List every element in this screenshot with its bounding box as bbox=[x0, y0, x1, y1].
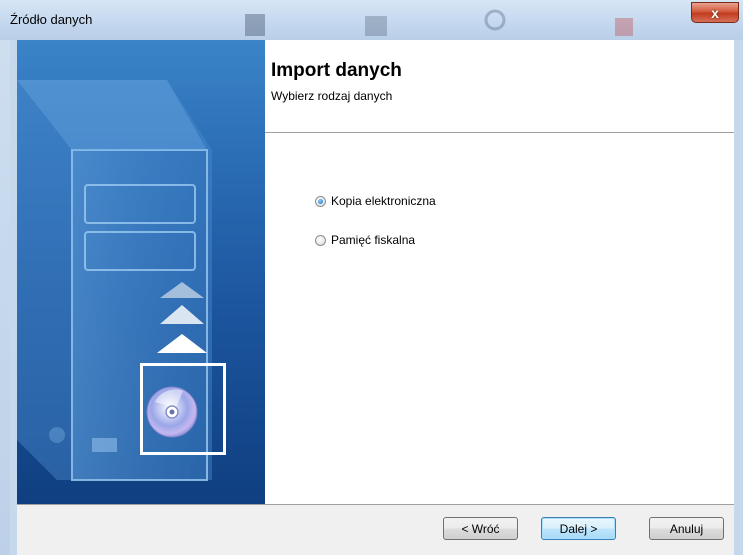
cd-disc-frame bbox=[140, 363, 226, 455]
cancel-button[interactable]: Anuluj bbox=[649, 517, 724, 540]
footer-divider bbox=[17, 504, 734, 505]
wizard-side-panel bbox=[17, 40, 265, 504]
close-button[interactable]: x bbox=[691, 2, 739, 23]
next-button[interactable]: Dalej > bbox=[541, 517, 616, 540]
radio-label: Pamięć fiskalna bbox=[331, 233, 416, 247]
window-title: Źródło danych bbox=[10, 12, 93, 27]
back-button[interactable]: < Wróć bbox=[443, 517, 518, 540]
dialog-client-area: Import danych Wybierz rodzaj danych Kopi… bbox=[17, 40, 734, 555]
header-divider-highlight bbox=[265, 133, 734, 134]
taskbar-ghost-icons bbox=[245, 9, 633, 36]
page-subtitle: Wybierz rodzaj danych bbox=[271, 89, 393, 103]
cd-disc-icon bbox=[146, 386, 198, 438]
close-icon: x bbox=[711, 4, 719, 21]
wizard-window: Źródło danych x Import danych Wybierz ro… bbox=[0, 0, 743, 555]
wizard-content-panel: Import danych Wybierz rodzaj danych Kopi… bbox=[265, 40, 734, 504]
radio-option-pamiec-fiskalna[interactable]: Pamięć fiskalna bbox=[315, 233, 415, 247]
window-frame-left bbox=[10, 40, 17, 555]
page-title: Import danych bbox=[271, 60, 402, 81]
radio-option-kopia-elektroniczna[interactable]: Kopia elektroniczna bbox=[315, 194, 436, 208]
title-bar[interactable]: Źródło danych x bbox=[0, 0, 743, 40]
radio-label: Kopia elektroniczna bbox=[331, 194, 436, 208]
radio-button-checked[interactable] bbox=[315, 195, 326, 207]
window-frame-right bbox=[734, 40, 743, 555]
radio-button-unchecked[interactable] bbox=[315, 234, 326, 246]
